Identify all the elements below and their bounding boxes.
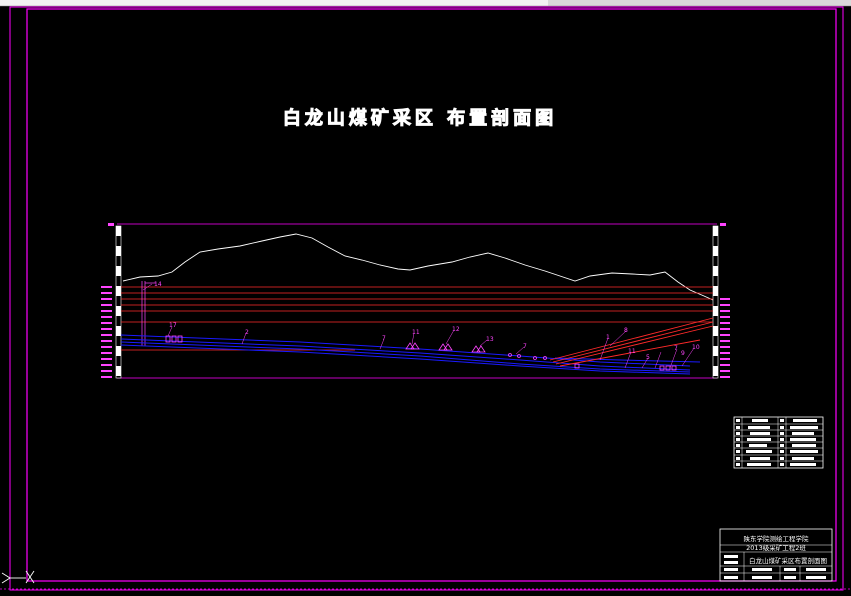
- terrain-surface-line: [122, 233, 714, 301]
- callout-9: 9: [681, 350, 685, 357]
- right-scale-bar: [712, 223, 726, 379]
- elevation-ticks-left: [101, 286, 112, 378]
- callout-7a: 7: [382, 335, 386, 342]
- top-strip-tab: [548, 0, 851, 6]
- callout-5: 5: [646, 354, 650, 361]
- callout-11a: 11: [412, 329, 420, 336]
- callout-leaders: [142, 283, 695, 369]
- cad-drawing-canvas[interactable]: 白龙山煤矿采区 布置剖面图 14 17 2 7 11 12 13 7 1 8 1…: [0, 0, 851, 596]
- title-block-school: 陕东学院测绘工程学院: [744, 534, 810, 543]
- title-block-class: 2013级采矿工程2班: [746, 543, 806, 552]
- callout-7c: 7: [674, 345, 678, 352]
- left-scale-bar: [108, 223, 122, 379]
- section-profile: 14 17 2 7 11 12 13 7 1 8 11 5 7 9 10: [101, 223, 730, 379]
- title-block-drawing-name: 白龙山煤矿采区布置剖面图: [749, 556, 827, 565]
- callout-11b: 11: [628, 348, 636, 355]
- callout-17: 17: [169, 322, 177, 329]
- callout-13: 13: [486, 336, 494, 343]
- coal-seams: [120, 334, 701, 375]
- drawing-title: 白龙山煤矿采区 布置剖面图: [283, 107, 557, 129]
- callout-1: 1: [606, 334, 610, 341]
- title-block: 陕东学院测绘工程学院 2013级采矿工程2班 白龙山煤矿采区布置剖面图: [719, 528, 833, 582]
- legend-table: [733, 416, 824, 469]
- callout-12: 12: [452, 326, 460, 333]
- elevation-ticks-right: [720, 298, 730, 378]
- callout-7b: 7: [523, 343, 527, 350]
- callout-10: 10: [692, 344, 700, 351]
- callout-8: 8: [624, 327, 628, 334]
- callout-14: 14: [154, 281, 162, 288]
- callout-2: 2: [245, 329, 249, 336]
